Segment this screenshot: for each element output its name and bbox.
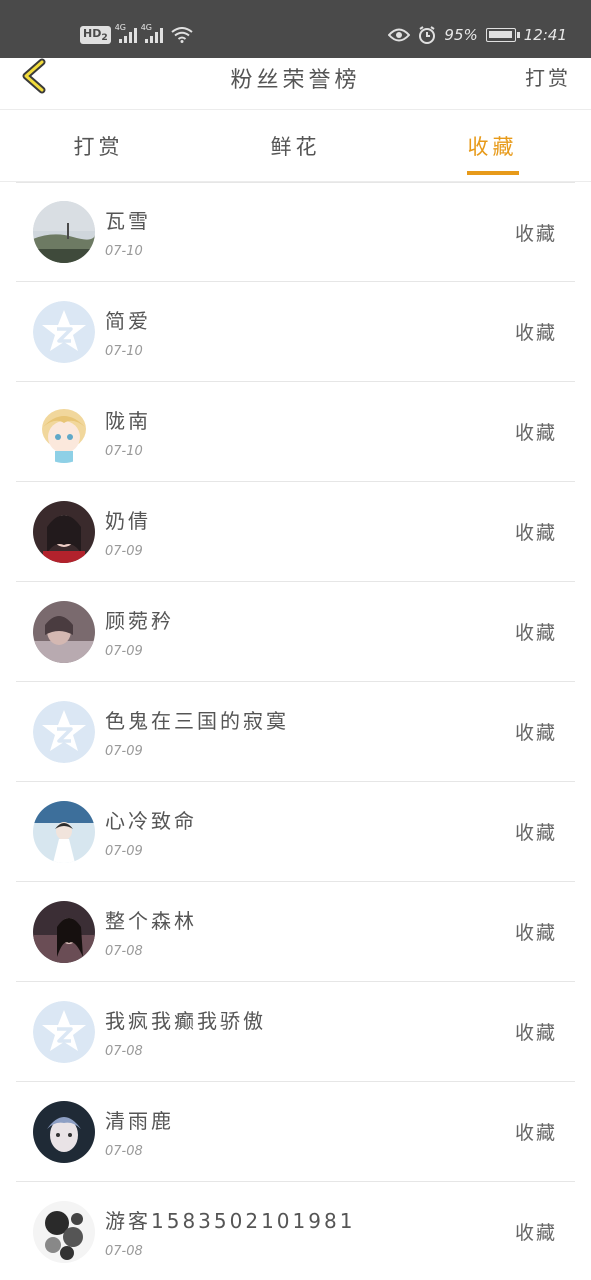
favorite-label: 收藏 <box>514 622 557 644</box>
status-bar: HD2 4G 4G 95% 12:41 <box>0 0 591 58</box>
wifi-icon <box>171 27 193 44</box>
user-info: 游客1583502101981 07-08 <box>105 1205 355 1259</box>
user-name: 简爱 <box>105 308 151 333</box>
status-right: 95% 12:41 <box>388 26 567 44</box>
avatar[interactable] <box>33 1100 95 1163</box>
favorite-label: 收藏 <box>514 1022 557 1044</box>
user-name: 清雨鹿 <box>105 1108 174 1133</box>
user-name: 我疯我癫我骄傲 <box>105 1008 266 1033</box>
avatar[interactable] <box>33 300 95 363</box>
user-info: 色鬼在三国的寂寞 07-09 <box>105 705 289 759</box>
list-item[interactable]: 清雨鹿 07-08 收藏 <box>16 1082 575 1182</box>
user-name: 奶倩 <box>105 508 151 533</box>
user-info: 奶倩 07-09 <box>105 505 151 559</box>
date: 07-08 <box>105 1243 143 1259</box>
title-bar: 粉丝荣誉榜 打赏 <box>0 58 591 110</box>
favorite-label: 收藏 <box>514 1222 557 1244</box>
date: 07-08 <box>105 943 143 959</box>
fan-list: 瓦雪 07-10 收藏 简爱 07-10 收藏 陇南 07-10 收藏 奶倩 07-09 收藏 顾菀矜 0… <box>0 182 591 1280</box>
list-item[interactable]: 我疯我癫我骄傲 07-08 收藏 <box>16 982 575 1082</box>
date: 07-08 <box>105 1043 143 1059</box>
battery-icon <box>485 28 520 42</box>
favorite-label: 收藏 <box>514 522 557 544</box>
list-item[interactable]: 心冷致命 07-09 收藏 <box>16 782 575 882</box>
user-info: 清雨鹿 07-08 <box>105 1105 174 1159</box>
avatar[interactable] <box>33 400 95 463</box>
list-item[interactable]: 色鬼在三国的寂寞 07-09 收藏 <box>16 682 575 782</box>
tab-label: 打赏 <box>73 134 124 159</box>
user-info: 顾菀矜 07-09 <box>105 605 174 659</box>
avatar[interactable] <box>33 201 95 263</box>
avatar[interactable] <box>33 1000 95 1063</box>
user-info: 陇南 07-10 <box>105 405 151 459</box>
user-info: 心冷致命 07-09 <box>105 805 197 859</box>
list-item[interactable]: 奶倩 07-09 收藏 <box>16 482 575 582</box>
avatar[interactable] <box>33 600 95 663</box>
date: 07-10 <box>105 343 143 359</box>
list-item[interactable]: 游客1583502101981 07-08 收藏 <box>16 1182 575 1280</box>
favorite-label: 收藏 <box>514 722 557 744</box>
user-name: 整个森林 <box>105 908 197 933</box>
reward-button[interactable]: 打赏 <box>525 62 571 91</box>
favorite-label: 收藏 <box>514 422 557 444</box>
avatar[interactable] <box>33 900 95 963</box>
user-name: 色鬼在三国的寂寞 <box>105 708 289 733</box>
user-name: 顾菀矜 <box>105 608 174 633</box>
date: 07-10 <box>105 244 143 259</box>
battery-percent: 95% <box>444 26 478 44</box>
signal-icon: 4G <box>115 23 137 44</box>
tab-favorites[interactable]: 收藏 <box>394 110 591 181</box>
user-name: 瓦雪 <box>105 209 151 233</box>
tab-bar: 打赏 鲜花 收藏 <box>0 110 591 182</box>
eye-icon <box>388 28 411 42</box>
user-info: 简爱 07-10 <box>105 305 151 359</box>
date: 07-09 <box>105 843 143 859</box>
page-title: 粉丝荣誉榜 <box>230 68 361 93</box>
favorite-label: 收藏 <box>514 822 557 844</box>
user-info: 瓦雪 07-10 <box>105 205 151 259</box>
date: 07-09 <box>105 643 143 659</box>
hd-icon: HD2 <box>80 26 111 45</box>
date: 07-10 <box>105 443 143 459</box>
favorite-label: 收藏 <box>514 1122 557 1144</box>
user-info: 我疯我癫我骄傲 07-08 <box>105 1005 266 1059</box>
favorite-label: 收藏 <box>514 922 557 944</box>
tab-label: 收藏 <box>467 134 518 159</box>
clock: 12:41 <box>523 26 567 44</box>
avatar[interactable] <box>33 500 95 563</box>
user-name: 心冷致命 <box>105 808 197 833</box>
list-item[interactable]: 陇南 07-10 收藏 <box>16 382 575 482</box>
user-name: 陇南 <box>105 408 151 433</box>
list-item[interactable]: 顾菀矜 07-09 收藏 <box>16 582 575 682</box>
status-left: HD2 4G 4G <box>80 23 193 45</box>
user-name: 游客1583502101981 <box>105 1208 356 1233</box>
avatar[interactable] <box>33 800 95 863</box>
favorite-label: 收藏 <box>514 222 557 245</box>
avatar[interactable] <box>33 700 95 763</box>
date: 07-09 <box>105 543 143 559</box>
list-item[interactable]: 简爱 07-10 收藏 <box>16 282 575 382</box>
tab-flowers[interactable]: 鲜花 <box>197 110 394 181</box>
alarm-icon <box>419 26 436 44</box>
list-item[interactable]: 整个森林 07-08 收藏 <box>16 882 575 982</box>
favorite-label: 收藏 <box>514 322 557 344</box>
date: 07-09 <box>105 743 143 759</box>
user-info: 整个森林 07-08 <box>105 905 197 959</box>
tab-label: 鲜花 <box>270 134 321 159</box>
date: 07-08 <box>105 1143 143 1159</box>
signal-icon: 4G <box>141 23 163 44</box>
list-item[interactable]: 瓦雪 07-10 收藏 <box>16 182 575 282</box>
tab-reward[interactable]: 打赏 <box>0 110 197 181</box>
avatar[interactable] <box>33 1200 95 1263</box>
